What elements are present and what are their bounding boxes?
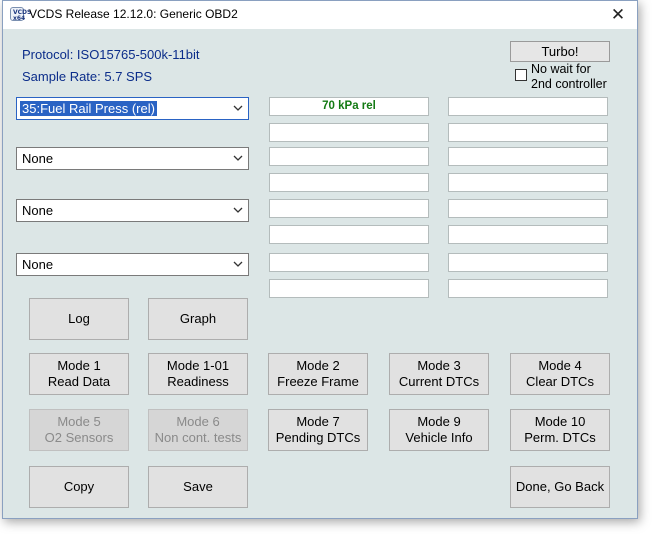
value-field-4-4 — [448, 279, 608, 298]
mode-10-subtitle: Perm. DTCs — [524, 430, 596, 445]
mode-2-title: Mode 2 — [296, 358, 340, 373]
window-title: VCDS Release 12.12.0: Generic OBD2 — [29, 7, 238, 21]
value-field-1-3 — [448, 97, 608, 116]
value-field-3-1 — [269, 199, 429, 218]
graph-button[interactable]: Graph — [148, 298, 248, 340]
log-label: Log — [68, 311, 90, 326]
mode-6-button: Mode 6 Non cont. tests — [148, 409, 248, 451]
mode-10-title: Mode 10 — [534, 414, 586, 429]
mode-1-subtitle: Read Data — [47, 374, 111, 389]
group-1-select[interactable]: 35:Fuel Rail Press (rel) — [16, 97, 249, 120]
mode-6-subtitle: Non cont. tests — [154, 430, 242, 445]
value-field-4-2 — [269, 279, 429, 298]
mode-2-subtitle: Freeze Frame — [277, 374, 359, 389]
group-2-value: None — [22, 151, 54, 166]
value-field-2-1 — [269, 147, 429, 166]
mode-4-button[interactable]: Mode 4 Clear DTCs — [510, 353, 610, 395]
app-icon: VCDS x64 — [10, 7, 31, 22]
mode-9-title: Mode 9 — [417, 414, 461, 429]
mode-5-button: Mode 5 O2 Sensors — [29, 409, 129, 451]
protocol-label: Protocol: ISO15765-500k-11bit — [22, 47, 200, 62]
chevron-down-icon — [233, 105, 243, 111]
value-field-3-2 — [269, 225, 429, 244]
value-field-1-1: 70 kPa rel — [269, 97, 429, 116]
copy-button[interactable]: Copy — [29, 466, 129, 508]
group-4-value: None — [22, 257, 54, 272]
sample-rate-label: Sample Rate: 5.7 SPS — [22, 69, 153, 84]
mode-1-01-subtitle: Readiness — [167, 374, 229, 389]
value-field-4-1 — [269, 253, 429, 272]
no-wait-label: No wait for 2nd controller — [531, 62, 607, 92]
mode-3-subtitle: Current DTCs — [398, 374, 480, 389]
value-field-3-4 — [448, 225, 608, 244]
group-4-select[interactable]: None — [16, 253, 249, 276]
value-field-1-4 — [448, 123, 608, 142]
mode-10-button[interactable]: Mode 10 Perm. DTCs — [510, 409, 610, 451]
value-field-1-2 — [269, 123, 429, 142]
chevron-down-icon — [233, 261, 243, 267]
save-button[interactable]: Save — [148, 466, 248, 508]
mode-7-title: Mode 7 — [296, 414, 340, 429]
turbo-button[interactable]: Turbo! — [510, 41, 610, 62]
mode-4-title: Mode 4 — [538, 358, 582, 373]
copy-label: Copy — [63, 479, 95, 494]
chevron-down-icon — [233, 207, 243, 213]
mode-9-subtitle: Vehicle Info — [405, 430, 473, 445]
close-icon[interactable]: ✕ — [605, 3, 631, 27]
done-go-back-label: Done, Go Back — [515, 479, 605, 494]
mode-6-title: Mode 6 — [176, 414, 220, 429]
mode-5-subtitle: O2 Sensors — [44, 430, 114, 445]
group-3-select[interactable]: None — [16, 199, 249, 222]
value-field-4-3 — [448, 253, 608, 272]
mode-3-button[interactable]: Mode 3 Current DTCs — [389, 353, 489, 395]
mode-1-01-title: Mode 1-01 — [166, 358, 230, 373]
vcds-window: VCDS x64 VCDS Release 12.12.0: Generic O… — [2, 0, 638, 519]
save-label: Save — [183, 479, 213, 494]
no-wait-label-line1: No wait for — [531, 62, 591, 76]
mode-3-title: Mode 3 — [417, 358, 461, 373]
mode-1-01-button[interactable]: Mode 1-01 Readiness — [148, 353, 248, 395]
value-field-2-3 — [448, 147, 608, 166]
mode-9-button[interactable]: Mode 9 Vehicle Info — [389, 409, 489, 451]
log-button[interactable]: Log — [29, 298, 129, 340]
mode-2-button[interactable]: Mode 2 Freeze Frame — [268, 353, 368, 395]
mode-5-title: Mode 5 — [57, 414, 101, 429]
mode-1-title: Mode 1 — [57, 358, 101, 373]
done-go-back-button[interactable]: Done, Go Back — [510, 466, 610, 508]
mode-7-button[interactable]: Mode 7 Pending DTCs — [268, 409, 368, 451]
value-field-2-4 — [448, 173, 608, 192]
mode-4-subtitle: Clear DTCs — [526, 374, 594, 389]
group-2-select[interactable]: None — [16, 147, 249, 170]
group-1-value: 35:Fuel Rail Press (rel) — [20, 101, 157, 116]
no-wait-label-line2: 2nd controller — [531, 77, 607, 91]
graph-label: Graph — [179, 311, 217, 326]
title-bar[interactable]: VCDS x64 VCDS Release 12.12.0: Generic O… — [3, 1, 637, 29]
mode-1-button[interactable]: Mode 1 Read Data — [29, 353, 129, 395]
mode-7-subtitle: Pending DTCs — [275, 430, 361, 445]
value-field-3-3 — [448, 199, 608, 218]
no-wait-checkbox[interactable] — [515, 69, 527, 81]
group-3-value: None — [22, 203, 54, 218]
chevron-down-icon — [233, 155, 243, 161]
value-field-2-2 — [269, 173, 429, 192]
